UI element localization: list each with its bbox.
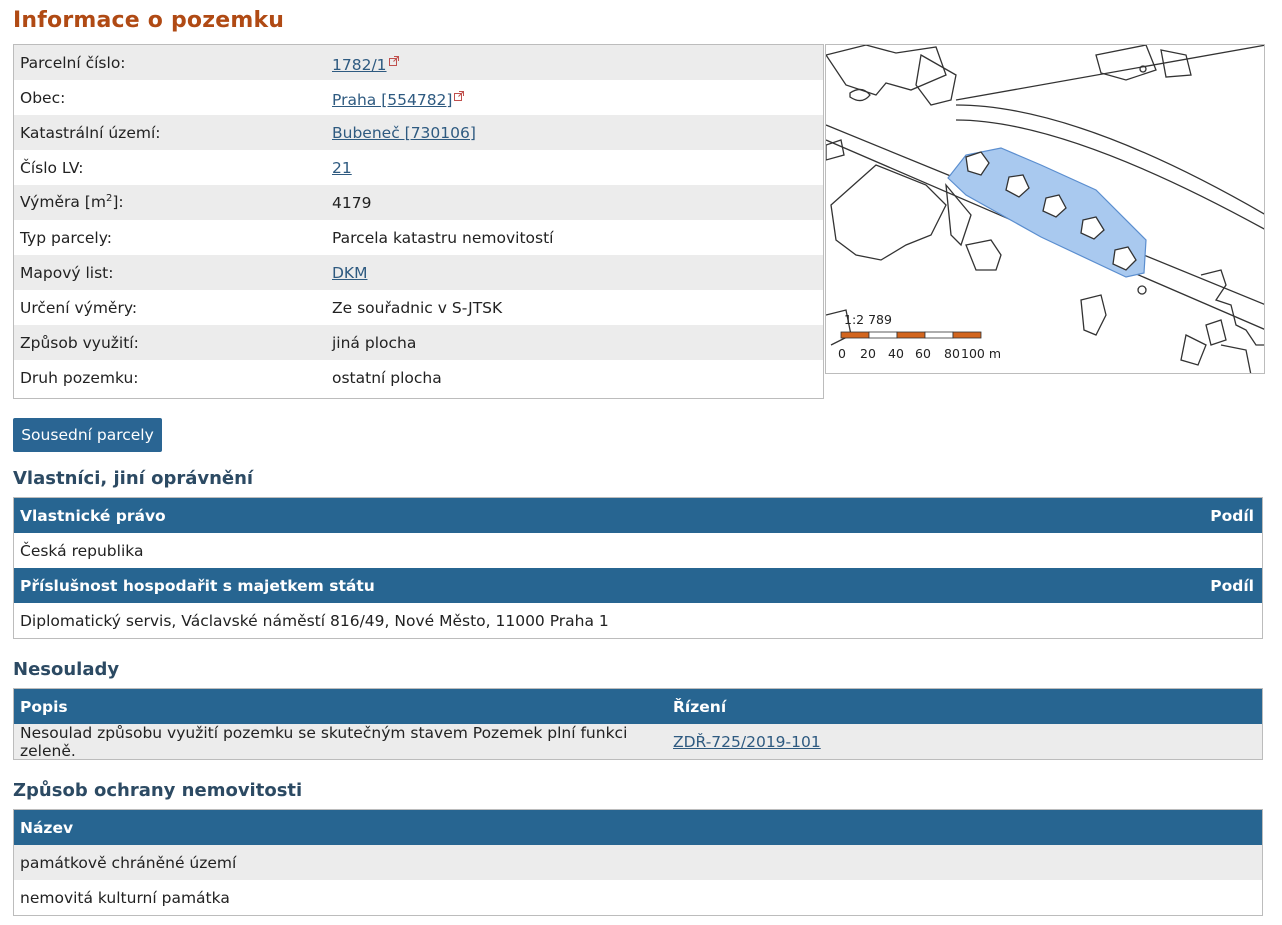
parcel-info-table: Parcelní číslo: 1782/1 Obec: Praha [5547… — [13, 44, 824, 399]
info-row-usage: Způsob využití: jiná plocha — [14, 325, 823, 360]
owners-table: Vlastnické právo Podíl Česká republika P… — [13, 497, 1263, 639]
manager-name: Diplomatický servis, Václavské náměstí 8… — [20, 611, 609, 630]
table-row: Česká republika — [14, 533, 1262, 568]
owners-heading: Vlastníci, jiní oprávnění — [13, 468, 254, 489]
column-header-management: Příslušnost hospodařit s majetkem státu — [20, 576, 375, 595]
table-row: Nesoulad způsobu využití pozemku se skut… — [14, 723, 1262, 760]
cadastral-area-link[interactable]: Bubeneč [730106] — [332, 124, 476, 142]
protection-table: Název památkově chráněné území nemovitá … — [13, 809, 1263, 916]
info-row-municipality: Obec: Praha [554782] — [14, 80, 823, 115]
protection-name: nemovitá kulturní památka — [20, 888, 230, 907]
external-link-icon[interactable] — [388, 52, 399, 70]
map-scale-tick: 60 — [915, 346, 931, 361]
parcel-map[interactable]: 1:2 789 0 20 40 60 80 100 m — [825, 44, 1265, 374]
proceeding-link[interactable]: ZDŘ-725/2019-101 — [673, 733, 821, 751]
owner-name: Česká republika — [20, 541, 144, 560]
info-label: Číslo LV: — [20, 158, 84, 177]
map-scale-ratio: 1:2 789 — [844, 312, 892, 327]
management-header-row: Příslušnost hospodařit s majetkem státu … — [14, 568, 1262, 603]
area-value: 4179 — [332, 193, 372, 212]
info-label: Typ parcely: — [20, 228, 112, 247]
info-row-land-type: Druh pozemku: ostatní plocha — [14, 360, 823, 395]
info-label: Obec: — [20, 88, 66, 107]
column-header-share: Podíl — [1210, 506, 1254, 525]
protection-header-row: Název — [14, 810, 1262, 845]
map-scale-tick: 0 — [838, 346, 846, 361]
info-row-parcel-type: Typ parcely: Parcela katastru nemovitost… — [14, 220, 823, 255]
info-row-lv-number: Číslo LV: 21 — [14, 150, 823, 185]
info-row-map-sheet: Mapový list: DKM — [14, 255, 823, 290]
map-scale-tick: 20 — [860, 346, 876, 361]
parcel-type-value: Parcela katastru nemovitostí — [332, 228, 554, 247]
info-label: Parcelní číslo: — [20, 53, 126, 72]
info-label: Výměra [m2]: — [20, 193, 124, 212]
info-label: Určení výměry: — [20, 298, 138, 317]
usage-value: jiná plocha — [332, 333, 417, 352]
map-scale-tick: 100 m — [961, 346, 1002, 361]
discrepancies-table: Popis Řízení Nesoulad způsobu využití po… — [13, 688, 1263, 760]
info-row-area-determination: Určení výměry: Ze souřadnic v S-JTSK — [14, 290, 823, 325]
discrepancies-header-row: Popis Řízení — [14, 689, 1262, 724]
table-row: Diplomatický servis, Václavské náměstí 8… — [14, 603, 1262, 638]
info-row-cadastral-area: Katastrální území: Bubeneč [730106] — [14, 115, 823, 150]
external-link-icon[interactable] — [454, 87, 465, 105]
info-label: Katastrální území: — [20, 123, 161, 142]
area-determination-value: Ze souřadnic v S-JTSK — [332, 298, 503, 317]
protection-name: památkově chráněné území — [20, 853, 237, 872]
municipality-link[interactable]: Praha [554782] — [332, 91, 452, 109]
map-scale-tick: 80 — [944, 346, 960, 361]
column-header-name: Název — [20, 818, 74, 837]
lv-number-link[interactable]: 21 — [332, 159, 352, 177]
discrepancy-description: Nesoulad způsobu využití pozemku se skut… — [20, 723, 628, 760]
info-row-area: Výměra [m2]: 4179 — [14, 185, 823, 220]
protection-heading: Způsob ochrany nemovitosti — [13, 780, 303, 801]
parcel-number-link[interactable]: 1782/1 — [332, 56, 387, 74]
neighbor-parcels-button[interactable]: Sousední parcely — [13, 418, 162, 452]
column-header-share: Podíl — [1210, 576, 1254, 595]
info-row-parcel-number: Parcelní číslo: 1782/1 — [14, 45, 823, 80]
info-label: Mapový list: — [20, 263, 114, 282]
discrepancies-heading: Nesoulady — [13, 659, 120, 680]
land-type-value: ostatní plocha — [332, 368, 442, 387]
column-header-ownership: Vlastnické právo — [20, 506, 166, 525]
table-row: nemovitá kulturní památka — [14, 880, 1262, 915]
column-header-description: Popis — [20, 697, 68, 716]
map-scale-tick: 40 — [888, 346, 904, 361]
column-header-proceeding: Řízení — [673, 697, 727, 716]
page-title: Informace o pozemku — [13, 8, 285, 33]
info-label: Způsob využití: — [20, 333, 139, 352]
info-label: Druh pozemku: — [20, 368, 139, 387]
map-sheet-link[interactable]: DKM — [332, 264, 367, 282]
table-row: památkově chráněné území — [14, 845, 1262, 880]
owners-header-row: Vlastnické právo Podíl — [14, 498, 1262, 533]
map-scale-bar — [840, 331, 982, 339]
